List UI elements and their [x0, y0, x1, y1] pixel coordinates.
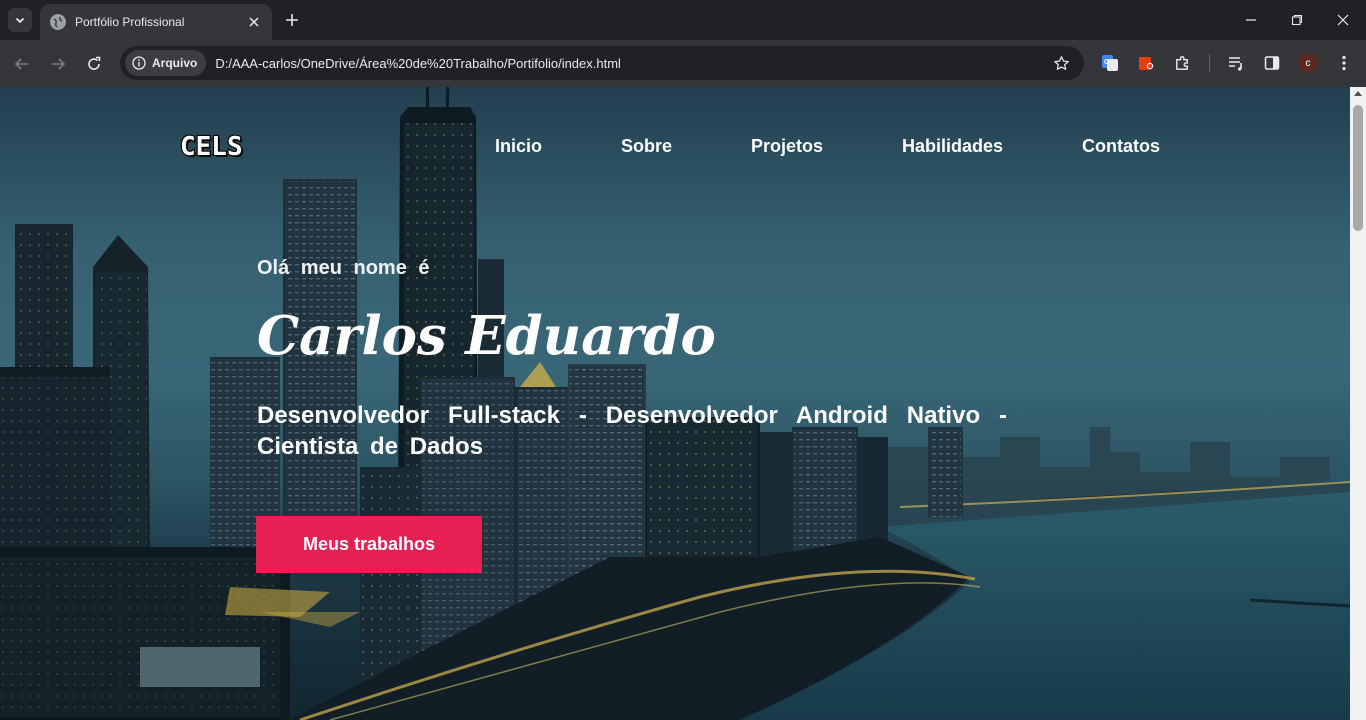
tab-title: Portfólio Profissional	[75, 15, 185, 29]
arrow-left-icon	[14, 58, 28, 70]
close-tab-icon[interactable]	[246, 14, 262, 30]
hero-name: Carlos Eduardo	[257, 305, 716, 367]
playlist-icon	[1229, 57, 1242, 71]
profile-button[interactable]: c	[1295, 50, 1321, 76]
browser-menu-button[interactable]	[1331, 50, 1357, 76]
hero-section: CELS Inicio Sobre Projetos Habilidades C…	[0, 87, 1350, 720]
translate-icon: G	[1102, 55, 1118, 71]
new-tab-button[interactable]	[281, 9, 303, 31]
arrow-right-icon	[52, 58, 66, 70]
hero-role: Desenvolvedor Full-stack - Desenvolvedor…	[257, 402, 1007, 460]
side-panel-button[interactable]	[1259, 50, 1285, 76]
nav-link-contatos[interactable]: Contatos	[1082, 136, 1160, 158]
bookmark-star-button[interactable]	[1044, 55, 1078, 72]
avatar-initial: c	[1305, 57, 1311, 69]
page-scrollbar[interactable]	[1350, 87, 1366, 720]
star-icon	[1053, 55, 1069, 70]
site-info-label: Arquivo	[152, 56, 198, 70]
avatar: c	[1298, 53, 1318, 73]
side-panel-icon	[1264, 56, 1280, 70]
info-icon	[132, 56, 146, 70]
extensions-button[interactable]	[1169, 50, 1195, 76]
logo-text: CELS	[179, 131, 244, 164]
url-text[interactable]: D:/AAA-carlos/OneDrive/Área%20de%20Traba…	[215, 56, 1044, 71]
toolbar-divider	[1209, 54, 1210, 72]
media-controls-button[interactable]	[1223, 50, 1249, 76]
close-icon	[1337, 14, 1349, 26]
tab-strip: Portfólio Profissional	[0, 0, 1366, 40]
close-window-button[interactable]	[1320, 0, 1366, 40]
nav-link-inicio[interactable]: Inicio	[495, 136, 542, 158]
nav-link-sobre[interactable]: Sobre	[621, 136, 672, 158]
office-extension-button[interactable]	[1133, 50, 1159, 76]
nav-link-habilidades[interactable]: Habilidades	[902, 136, 1003, 158]
minimize-icon	[1246, 19, 1256, 21]
svg-text:G: G	[1104, 59, 1110, 66]
chevron-down-icon	[15, 17, 25, 24]
address-bar[interactable]: Arquivo D:/AAA-carlos/OneDrive/Área%20de…	[120, 46, 1084, 80]
puzzle-icon	[1175, 55, 1188, 70]
scroll-thumb[interactable]	[1353, 105, 1363, 231]
minimize-button[interactable]	[1228, 0, 1274, 40]
nav-link-projetos[interactable]: Projetos	[751, 136, 823, 158]
translate-extension-button[interactable]: G	[1097, 50, 1123, 76]
my-works-button[interactable]: Meus trabalhos	[256, 516, 482, 573]
back-button[interactable]	[8, 50, 36, 78]
reload-button[interactable]	[80, 50, 108, 78]
browser-tab[interactable]: Portfólio Profissional	[40, 4, 272, 40]
restore-icon	[1291, 14, 1303, 26]
hero-greeting: Olá meu nome é	[257, 257, 430, 279]
globe-icon	[50, 14, 66, 30]
reload-icon	[88, 56, 101, 70]
plus-icon	[286, 14, 298, 26]
site-info-chip[interactable]: Arquivo	[125, 50, 207, 76]
office-icon	[1139, 57, 1154, 70]
scroll-up-arrow-icon[interactable]	[1354, 91, 1362, 96]
restore-button[interactable]	[1274, 0, 1320, 40]
forward-button[interactable]	[44, 50, 72, 78]
tab-search-button[interactable]	[8, 8, 32, 32]
more-vertical-icon	[1342, 55, 1346, 71]
site-logo[interactable]: CELS	[179, 131, 244, 164]
